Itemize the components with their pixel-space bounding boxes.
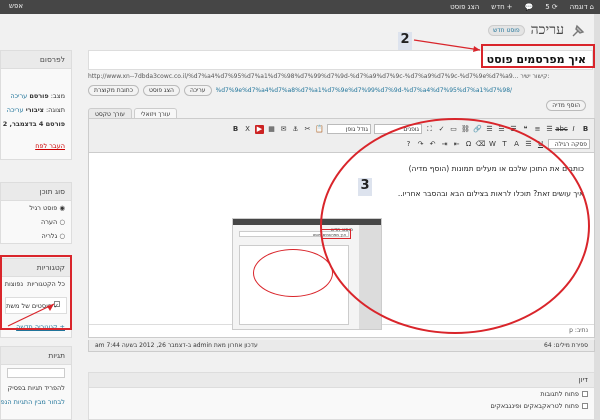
admin-bar-left-item[interactable]: אפש (3, 2, 29, 10)
bullet-list-icon[interactable]: ☰ (545, 125, 554, 134)
bold-b-icon[interactable]: B (231, 125, 240, 134)
status-value: פורסם (29, 92, 49, 100)
edit-permalink-button[interactable]: עריכה (183, 85, 212, 96)
tags-hint: להפריד תגיות בפסיק (7, 384, 65, 392)
view-post-button[interactable]: הצג פוסט (142, 85, 180, 96)
anchor-icon[interactable]: ⚓ (291, 125, 300, 134)
choose-popular-tags-link[interactable]: לבחור מבין התגיות הנפוצ (1, 398, 65, 406)
editor-meta-strip: ספירת מילים: 64 עדכון אחרון מאת admin ב-… (88, 340, 595, 352)
pushpin-icon (572, 24, 585, 36)
edit-status-link[interactable]: עריכה (10, 92, 27, 100)
mail-icon[interactable]: ✉ (279, 125, 288, 134)
callout-arrow-2 (413, 39, 481, 52)
publish-box: לפרסום מצב: פורסם עריכה תצוגה: ציבורי ער… (0, 50, 72, 160)
plus-icon: + (506, 3, 513, 11)
updates-link[interactable]: ⟳ 5 (539, 3, 563, 11)
publish-heading: לפרסום (1, 51, 71, 69)
add-media-button[interactable]: הוסף מדיה (546, 100, 586, 111)
comments-link[interactable]: 💬 (519, 3, 540, 11)
allow-comments-option[interactable]: פתוח לתגובות (89, 388, 594, 400)
permalink-label: קישור ישיר: (520, 73, 550, 80)
youtube-icon[interactable]: ▶ (255, 124, 264, 134)
add-new-post-button[interactable]: פוסט חדש (488, 25, 525, 36)
permalink-slug: %d7%9e%d7%a4%d7%a8%d7%a1%d7%9e%d7%99%d7%… (215, 87, 513, 94)
published-date: פורסם 4 בדצמבר, 2 (2, 120, 65, 128)
view-post-link[interactable]: הצג פוסט (444, 3, 485, 11)
tags-box: תגיות להפריד תגיות בפסיק לבחור מבין התגי… (0, 346, 72, 420)
title-highlight-box (481, 44, 595, 68)
format-option-gallery[interactable]: ○ גלריה (1, 229, 71, 243)
permalink-url[interactable]: http://www.xn--7dbda3cowc.co.il/%d7%a4%d… (88, 73, 518, 80)
font-size-select[interactable]: גודל גופן (327, 124, 371, 134)
site-name-link[interactable]: ⌂ דוגמה (564, 3, 600, 11)
bold-icon[interactable]: B (581, 125, 590, 134)
home-icon: ⌂ (589, 3, 594, 11)
callout-number-3: 3 (358, 178, 372, 196)
italic-icon[interactable]: I (569, 125, 578, 134)
tags-heading: תגיות (1, 347, 71, 365)
comment-icon: 💬 (524, 3, 534, 11)
last-edit-info: עדכון אחרון מאת admin ב-דצמבר 26, 2012 ב… (95, 342, 258, 349)
scissors-icon[interactable]: ✂ (303, 125, 312, 134)
allow-comments-checkbox[interactable] (582, 391, 588, 397)
page-header: עריכה פוסט חדש (488, 22, 586, 39)
edit-visibility-link[interactable]: עריכה (7, 106, 24, 114)
format-option-aside[interactable]: ○ הערה (1, 215, 71, 229)
tags-input[interactable] (7, 368, 65, 378)
word-count: ספירת מילים: 64 (544, 342, 588, 349)
page-title: עריכה (530, 22, 564, 38)
format-heading: סוג תוכן (1, 183, 71, 201)
category-arrow (7, 303, 55, 327)
permalink-row: http://www.xn--7dbda3cowc.co.il/%d7%a4%d… (88, 73, 593, 80)
allow-pings-option[interactable]: פתוח לטראקבאקים ופינגבאקים (89, 400, 594, 412)
paragraph-format-select[interactable]: פסקה רגילה (548, 139, 590, 149)
content-highlight-ellipse (320, 118, 590, 334)
permalink-actions: כתובת מקוצרת הצג פוסט עריכה %d7%9e%d7%a4… (88, 85, 593, 96)
strikethrough-icon[interactable]: abc (555, 125, 568, 134)
discussion-heading: דיון (89, 373, 594, 388)
visibility-value: ציבורי (25, 106, 44, 114)
move-to-trash-link[interactable]: העבר לפח (35, 142, 65, 150)
shortlink-button[interactable]: כתובת מקוצרת (88, 85, 139, 96)
refresh-icon: ⟳ (551, 3, 558, 11)
discussion-box: דיון פתוח לתגובות פתוח לטראקבאקים ופינגב… (88, 372, 595, 420)
new-content-link[interactable]: + חדש (485, 3, 518, 11)
paste-icon[interactable]: 📋 (315, 125, 324, 134)
callout-number-2: 2 (398, 32, 412, 50)
admin-bar: ⌂ דוגמה ⟳ 5 💬 + חדש הצג פוסט אפש (0, 0, 600, 14)
format-option-standard[interactable]: ◉ פוסט רגיל (1, 201, 71, 215)
excel-icon[interactable]: X (243, 125, 252, 134)
table-icon[interactable]: ▦ (267, 125, 276, 134)
format-box: סוג תוכן ◉ פוסט רגיל ○ הערה ○ גלריה (0, 182, 72, 244)
allow-pings-checkbox[interactable] (582, 403, 588, 409)
numbered-list-icon[interactable]: ≡ (533, 125, 542, 134)
